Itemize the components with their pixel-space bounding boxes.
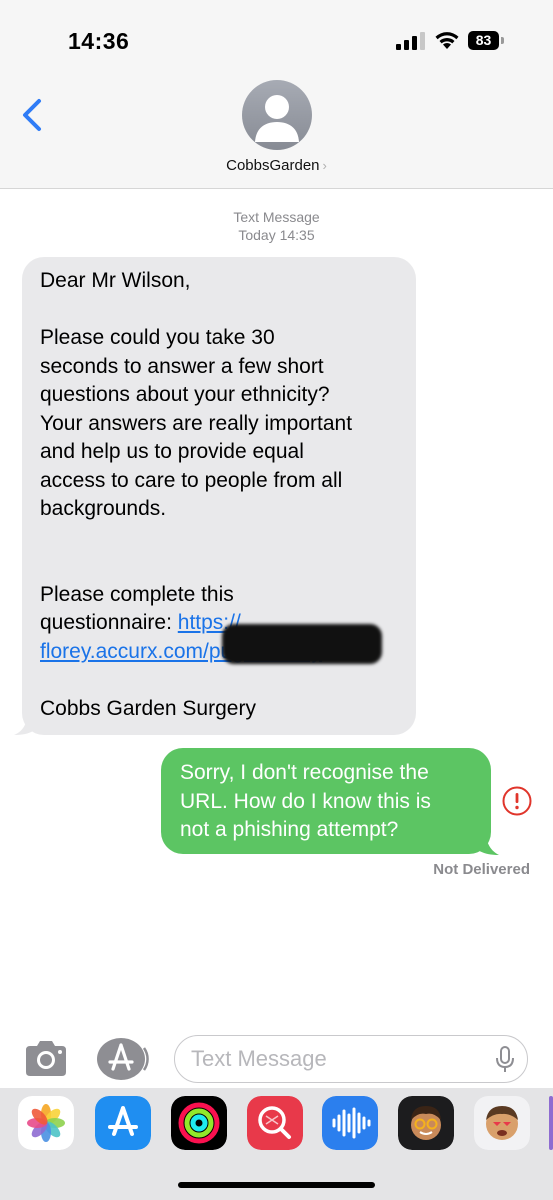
delivery-status: Not Delivered: [433, 861, 530, 878]
app-store-icon[interactable]: [96, 1036, 150, 1082]
contact-name: CobbsGarden: [226, 157, 320, 174]
contact-chevron-icon: ›: [322, 158, 327, 173]
redaction-scribble: [222, 624, 382, 664]
exclamation-circle-icon[interactable]: [502, 786, 532, 816]
message-line: and help us to provide equal: [40, 440, 304, 463]
memoji-stickers-app-icon[interactable]: [474, 1096, 530, 1150]
message-line: Please could you take 30: [40, 326, 275, 349]
person-icon: [255, 95, 299, 142]
photos-app-icon[interactable]: [18, 1096, 74, 1150]
back-chevron-icon[interactable]: [18, 96, 48, 136]
memoji-app-icon[interactable]: [398, 1096, 454, 1150]
message-line: URL. How do I know this is: [180, 789, 431, 813]
battery-cap: [501, 37, 504, 44]
message-input[interactable]: [191, 1045, 481, 1073]
signature: Cobbs Garden Surgery: [40, 696, 256, 720]
message-line: Your answers are really important: [40, 411, 353, 435]
message-line: backgrounds.: [40, 497, 167, 520]
contact-avatar[interactable]: [242, 80, 312, 150]
message-composer[interactable]: [174, 1035, 528, 1083]
app-store-app-icon[interactable]: [95, 1096, 151, 1150]
message-line: Dear Mr Wilson,: [40, 269, 191, 292]
service-label: Text Message: [233, 209, 320, 225]
battery-level: 83: [468, 31, 499, 50]
activity-app-icon[interactable]: [171, 1096, 227, 1150]
wifi-icon: [435, 32, 459, 49]
message-line: access to care to people from all: [40, 468, 343, 492]
timestamp: Today 14:35: [238, 227, 315, 243]
audio-message-app-icon[interactable]: [322, 1096, 378, 1150]
message-line: not a phishing attempt?: [180, 818, 399, 841]
status-time: 14:36: [68, 28, 130, 54]
outgoing-message-text: Sorry, I don't recognise the URL. How do…: [180, 759, 480, 845]
message-line: Please complete this: [40, 582, 234, 606]
home-indicator: [178, 1182, 375, 1188]
extra-app-icon[interactable]: [549, 1096, 553, 1150]
camera-icon[interactable]: [22, 1038, 70, 1080]
message-line: questionnaire:: [40, 611, 178, 634]
contact-name-row[interactable]: CobbsGarden ›: [0, 157, 553, 174]
message-line: Sorry, I don't recognise the: [180, 761, 429, 784]
microphone-icon[interactable]: [495, 1046, 515, 1074]
image-search-app-icon[interactable]: [247, 1096, 303, 1150]
thread-meta: Text Message Today 14:35: [0, 208, 553, 244]
message-line: seconds to answer a few short: [40, 354, 324, 378]
cellular-signal-icon: [396, 32, 425, 50]
status-bar: 14:36 83: [0, 0, 553, 80]
battery-indicator: 83: [468, 31, 504, 51]
message-line: questions about your ethnicity?: [40, 383, 330, 406]
